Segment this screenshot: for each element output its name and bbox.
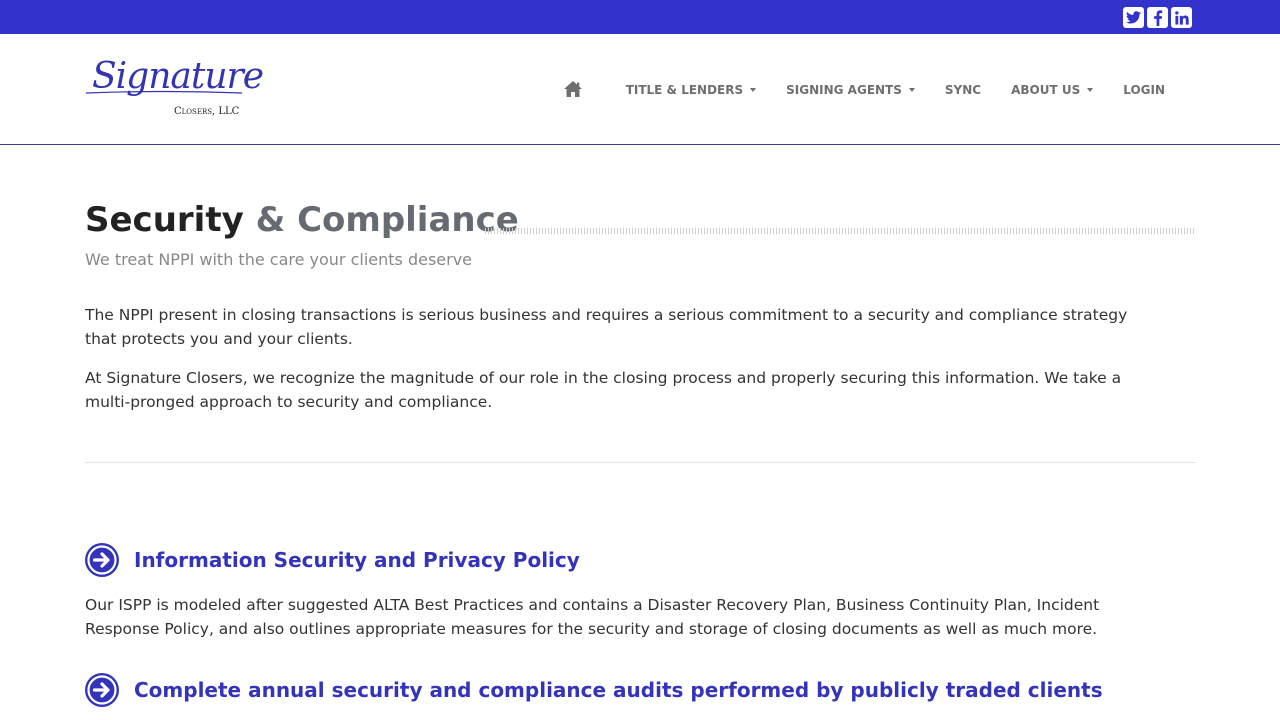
home-icon[interactable] xyxy=(563,80,582,99)
page-title: Security & Compliance xyxy=(85,200,519,240)
site-header: Signature Closers, LLC TITLE & LENDERS S… xyxy=(0,34,1280,145)
nav-login-label: LOGIN xyxy=(1123,82,1165,97)
section-divider xyxy=(85,462,1196,463)
arrow-right-circle-icon xyxy=(85,673,119,707)
nav-title-lenders-label: TITLE & LENDERS xyxy=(625,82,744,97)
feature-title-1: Information Security and Privacy Policy xyxy=(134,548,580,572)
nav-signing-agents-label: SIGNING AGENTS xyxy=(786,82,902,97)
intro-paragraph-1: The NPPI present in closing transactions… xyxy=(85,306,1128,348)
feature-heading-1: Information Security and Privacy Policy xyxy=(85,543,580,577)
nav-sync-label: SYNC xyxy=(944,82,982,97)
twitter-icon[interactable] xyxy=(1123,7,1144,28)
nav-sync[interactable]: SYNC xyxy=(945,83,981,97)
nav-signing-agents[interactable]: SIGNING AGENTS xyxy=(786,83,915,97)
page-title-strong: Security xyxy=(85,200,244,240)
linkedin-icon[interactable] xyxy=(1171,7,1192,28)
page-title-row: Security & Compliance xyxy=(85,200,1196,246)
logo[interactable]: Signature Closers, LLC xyxy=(84,56,264,122)
logo-underline xyxy=(85,90,243,94)
logo-subtitle: Closers, LLC xyxy=(174,106,240,117)
page-title-light: & Compliance xyxy=(243,200,519,240)
feature-heading-2: Complete annual security and compliance … xyxy=(85,673,1103,707)
caret-down-icon xyxy=(908,87,915,92)
nav-login[interactable]: LOGIN xyxy=(1123,83,1165,97)
nav-title-lenders[interactable]: TITLE & LENDERS xyxy=(625,82,757,97)
caret-down-icon xyxy=(1087,87,1094,92)
feature-text-1: Our ISPP is modeled after suggested ALTA… xyxy=(85,596,1100,638)
arrow-right-circle-icon xyxy=(85,543,119,577)
nav-about-us[interactable]: ABOUT US xyxy=(1011,82,1094,97)
title-decoration xyxy=(485,228,1196,234)
facebook-icon[interactable] xyxy=(1147,7,1168,28)
page-subtitle: We treat NPPI with the care your clients… xyxy=(85,250,473,269)
nav-about-us-label: ABOUT US xyxy=(1011,82,1081,97)
main-nav: TITLE & LENDERS SIGNING AGENTS SYNC ABOU… xyxy=(563,34,1180,145)
intro-paragraph-2: At Signature Closers, we recognize the m… xyxy=(85,369,1122,411)
top-social-bar xyxy=(0,0,1280,34)
feature-title-2: Complete annual security and compliance … xyxy=(134,678,1103,702)
caret-down-icon xyxy=(750,87,757,92)
